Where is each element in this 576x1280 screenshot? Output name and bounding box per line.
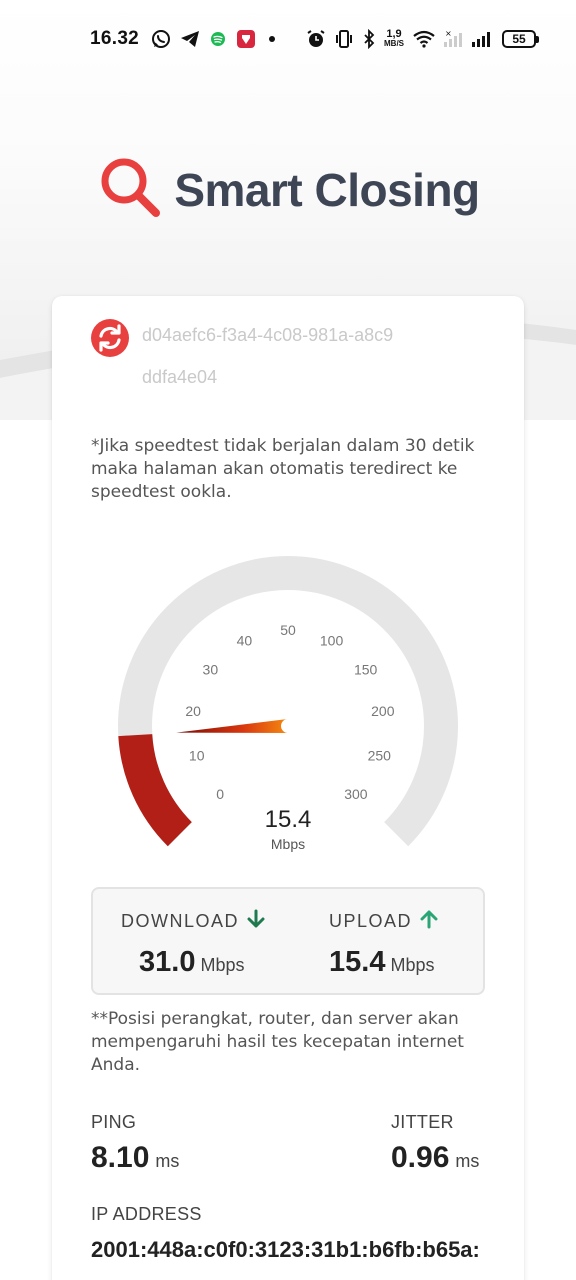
app-header: Smart Closing (0, 150, 576, 230)
gauge-unit: Mbps (270, 836, 306, 852)
sync-refresh-icon (90, 318, 130, 362)
ip-label: IP ADDRESS (91, 1204, 202, 1224)
gauge-readout: 15.4 Mbps (238, 806, 338, 852)
session-info: d04aefc6-f3a4-4c08-981a-a8c9ddfa4e04 (90, 318, 402, 398)
ping-metric: PING 8.10 ms (91, 1112, 179, 1175)
redirect-note: *Jika speedtest tidak berjalan dalam 30 … (91, 436, 475, 502)
gauge-tick-label: 100 (320, 632, 344, 648)
jitter-unit: ms (455, 1151, 480, 1171)
download-value: 31.0 (139, 946, 196, 978)
telegram-icon (180, 30, 200, 48)
vibrate-icon (334, 30, 354, 48)
arrow-up-icon (420, 909, 438, 934)
arrow-down-icon (247, 909, 265, 934)
upload-value-row: 15.4 Mbps (329, 946, 438, 979)
results-box: DOWNLOAD 31.0 Mbps UPLOAD 15.4 Mbps (91, 887, 485, 995)
gauge-tick-label: 250 (368, 748, 392, 764)
whatsapp-icon (151, 29, 171, 49)
wifi-icon (412, 30, 436, 48)
network-speed-value: 1,9 (386, 28, 402, 40)
bluetooth-icon (362, 29, 376, 49)
jitter-value: 0.96 (391, 1141, 450, 1174)
gauge-needle (176, 719, 289, 733)
gauge-tick-label: 200 (371, 703, 395, 719)
gauge-tick-label: 20 (185, 703, 201, 719)
ping-label: PING (91, 1112, 137, 1132)
gauge-fill (118, 733, 193, 847)
network-speed-unit: MB/S (384, 39, 404, 48)
upload-value: 15.4 (329, 946, 386, 978)
jitter-label: JITTER (391, 1112, 454, 1132)
app-shield-icon (236, 29, 256, 49)
gauge-current-value: 15.4 (264, 806, 312, 833)
download-label-row: DOWNLOAD (121, 909, 265, 934)
download-unit: Mbps (200, 955, 245, 975)
notification-icons (151, 29, 279, 49)
upload-result: UPLOAD 15.4 Mbps (329, 909, 438, 979)
ping-value-row: 8.10 ms (91, 1141, 179, 1175)
dot-icon (265, 32, 279, 46)
gauge-tick-label: 150 (354, 662, 378, 678)
gauge-tick-label: 30 (203, 662, 219, 678)
download-value-row: 31.0 Mbps (139, 946, 265, 979)
upload-unit: Mbps (390, 955, 435, 975)
ip-metric: IP ADDRESS 2001:448a:c0f0:3123:31b1:b6fb… (91, 1204, 511, 1263)
network-speed: 1,9 MB/S (384, 28, 404, 49)
battery-icon: 55 (502, 30, 539, 48)
spotify-icon (209, 30, 227, 48)
download-label: DOWNLOAD (121, 911, 240, 931)
system-icons: 1,9 MB/S × 55 (306, 28, 539, 49)
ping-unit: ms (155, 1151, 180, 1171)
app-title: Smart Closing (174, 164, 480, 216)
status-bar: 16.32 1,9 MB/S × 55 (0, 0, 576, 78)
download-result: DOWNLOAD 31.0 Mbps (121, 909, 265, 979)
status-time: 16.32 (90, 28, 140, 49)
gauge-tick-label: 10 (189, 748, 205, 764)
gauge-tick-label: 0 (216, 786, 224, 802)
gauge-tick-label: 40 (237, 632, 253, 648)
gauge-tick-label: 300 (344, 786, 368, 802)
magnifier-icon (96, 153, 166, 227)
alarm-icon (306, 29, 326, 49)
jitter-value-row: 0.96 ms (391, 1141, 479, 1175)
speed-gauge: 0 10 20 30 40 50 100 150 200 250 300 15.4 Mbps (100, 538, 476, 868)
ip-value: 2001:448a:c0f0:3123:31b1:b6fb:b65a: (91, 1237, 480, 1262)
jitter-metric: JITTER 0.96 ms (391, 1112, 479, 1175)
upload-label: UPLOAD (329, 911, 413, 931)
ping-value: 8.10 (91, 1141, 150, 1174)
position-note: **Posisi perangkat, router, dan server a… (91, 1009, 464, 1075)
upload-label-row: UPLOAD (329, 909, 438, 934)
svg-text:×: × (445, 30, 452, 38)
gauge-tick-label: 50 (280, 622, 296, 638)
gauge-track (118, 556, 458, 847)
speedtest-card: d04aefc6-f3a4-4c08-981a-a8c9ddfa4e04 *Ji… (52, 296, 524, 1280)
session-id: d04aefc6-f3a4-4c08-981a-a8c9ddfa4e04 (142, 325, 394, 387)
signal-icon: × (444, 30, 494, 48)
